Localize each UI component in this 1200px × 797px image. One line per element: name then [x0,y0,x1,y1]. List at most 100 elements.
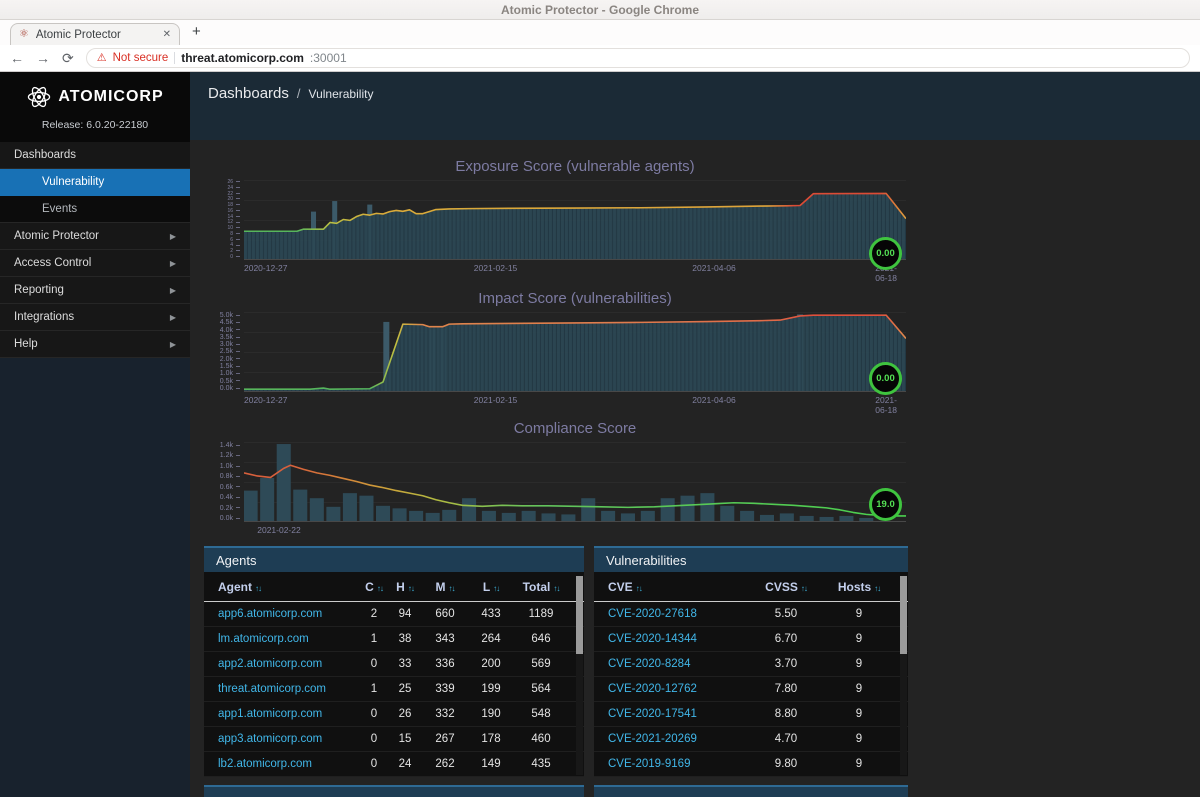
sidebar-item-help[interactable]: Help▶ [0,331,190,358]
column-header-l[interactable]: L↑↓ [468,580,514,594]
chevron-right-icon: ▶ [170,259,176,268]
row-value: 433 [468,608,514,620]
row-link[interactable]: app3.atomicorp.com [218,733,360,745]
row-value: 548 [514,708,568,720]
sort-icon[interactable]: ↑↓ [377,584,383,593]
table-row: CVE-2019-91699.809 [594,752,908,777]
row-value: 0 [360,733,388,745]
main-area: Dashboards / Vulnerability Exposure Scor… [190,72,1200,797]
y-tick-label: 4.5k [220,319,240,326]
table-row: app2.atomicorp.com033336200569 [204,652,584,677]
row-value: 38 [388,633,422,645]
sort-icon[interactable]: ↑↓ [449,584,455,593]
row-link[interactable]: app6.atomicorp.com [218,608,360,620]
x-tick-label: 2021-02-22 [257,525,300,535]
row-value: 9 [826,608,892,620]
atom-favicon-icon: ⚛ [19,29,29,40]
column-header-m[interactable]: M↑↓ [422,580,468,594]
close-icon[interactable]: ✕ [163,29,171,40]
warning-triangle-icon[interactable]: ⚠ [97,53,107,64]
y-tick-label: 0.0k [220,385,240,392]
compliance-score-chart: Compliance Score 1.4k1.2k1.0k0.8k0.6k0.4… [204,420,906,536]
exposure-score-chart: Exposure Score (vulnerable agents) 26242… [204,158,906,274]
row-value: 9 [826,733,892,745]
brand[interactable]: ATOMICORP [0,72,190,112]
app-page: ATOMICORP Release: 6.0.20-22180 Dashboar… [0,72,1200,797]
column-header-cve[interactable]: CVE↑↓ [608,580,746,594]
forward-icon[interactable]: → [36,51,50,65]
reload-icon[interactable]: ⟳ [62,51,74,65]
address-bar[interactable]: ⚠ Not secure threat.atomicorp.com :30001 [86,48,1190,68]
y-tick-label: 0.8k [220,473,240,480]
column-header-total[interactable]: Total↑↓ [514,580,568,594]
row-value: 1 [360,683,388,695]
sort-icon[interactable]: ↑↓ [493,584,499,593]
row-link[interactable]: CVE-2020-17541 [608,708,746,720]
not-secure-label[interactable]: Not secure [113,52,169,64]
sort-icon[interactable]: ↑↓ [874,584,880,593]
chart-plot[interactable] [244,180,906,260]
sort-icon[interactable]: ↑↓ [636,584,642,593]
new-tab-icon[interactable]: + [192,23,201,40]
column-header-c[interactable]: C↑↓ [360,580,388,594]
sort-icon[interactable]: ↑↓ [553,584,559,593]
dashboard-content: Exposure Score (vulnerable agents) 26242… [190,140,1200,797]
chart-plot[interactable] [244,312,906,392]
table-body: app6.atomicorp.com2946604331189lm.atomic… [204,602,584,777]
row-link[interactable]: CVE-2020-14344 [608,633,746,645]
chevron-right-icon: ▶ [170,286,176,295]
table-row: CVE-2020-276185.509 [594,602,908,627]
y-axis-labels: 1.4k1.2k1.0k0.8k0.6k0.4k0.2k0.0k [204,442,244,522]
breadcrumb-page: Vulnerability [309,87,374,101]
row-link[interactable]: CVE-2019-9169 [608,758,746,770]
y-tick-label: 0.4k [220,494,240,501]
table-row: app3.atomicorp.com015267178460 [204,727,584,752]
row-value: 200 [468,658,514,670]
row-value: 336 [422,658,468,670]
sort-icon[interactable]: ↑↓ [801,584,807,593]
y-tick-label: 1.2k [220,452,240,459]
row-link[interactable]: CVE-2021-20269 [608,733,746,745]
row-link[interactable]: lb2.atomicorp.com [218,758,360,770]
row-value: 9 [826,633,892,645]
row-link[interactable]: app1.atomicorp.com [218,708,360,720]
table-scrollbar[interactable] [900,576,907,775]
row-value: 264 [468,633,514,645]
sidebar-item-atomic-protector[interactable]: Atomic Protector▶ [0,223,190,250]
row-value: 7.80 [746,683,826,695]
row-link[interactable]: CVE-2020-8284 [608,658,746,670]
sidebar-item-integrations[interactable]: Integrations▶ [0,304,190,331]
row-link[interactable]: threat.atomicorp.com [218,683,360,695]
header-bar: Dashboards / Vulnerability [190,72,1200,140]
row-link[interactable]: CVE-2020-12762 [608,683,746,695]
back-icon[interactable]: ← [10,51,24,65]
row-link[interactable]: CVE-2020-27618 [608,608,746,620]
table-scrollbar[interactable] [576,576,583,775]
chart-plot[interactable] [244,442,906,522]
column-header-cvss[interactable]: CVSS↑↓ [746,580,826,594]
sort-icon[interactable]: ↑↓ [255,584,261,593]
column-header-h[interactable]: H↑↓ [388,580,422,594]
sidebar-item-vulnerability[interactable]: Vulnerability [0,169,190,196]
breadcrumb-section[interactable]: Dashboards [208,85,289,102]
column-header-hosts[interactable]: Hosts↑↓ [826,580,892,594]
row-value: 3.70 [746,658,826,670]
column-header-agent[interactable]: Agent↑↓ [218,580,360,594]
sidebar-item-reporting[interactable]: Reporting▶ [0,277,190,304]
y-tick-label: 0.6k [220,484,240,491]
row-link[interactable]: app2.atomicorp.com [218,658,360,670]
url-port: :30001 [310,51,347,65]
window-titlebar[interactable]: Atomic Protector - Google Chrome [0,0,1200,20]
sort-icon[interactable]: ↑↓ [408,584,414,593]
row-value: 94 [388,608,422,620]
sidebar-item-events[interactable]: Events [0,196,190,223]
sidebar-item-dashboards[interactable]: Dashboards [0,142,190,169]
sidebar-item-label: Vulnerability [42,176,104,188]
url-divider [174,52,175,64]
y-tick-label: 3.0k [220,341,240,348]
row-value: 199 [468,683,514,695]
sidebar-item-access-control[interactable]: Access Control▶ [0,250,190,277]
row-link[interactable]: lm.atomicorp.com [218,633,360,645]
browser-tab[interactable]: ⚛ Atomic Protector ✕ [10,23,180,45]
row-value: 25 [388,683,422,695]
